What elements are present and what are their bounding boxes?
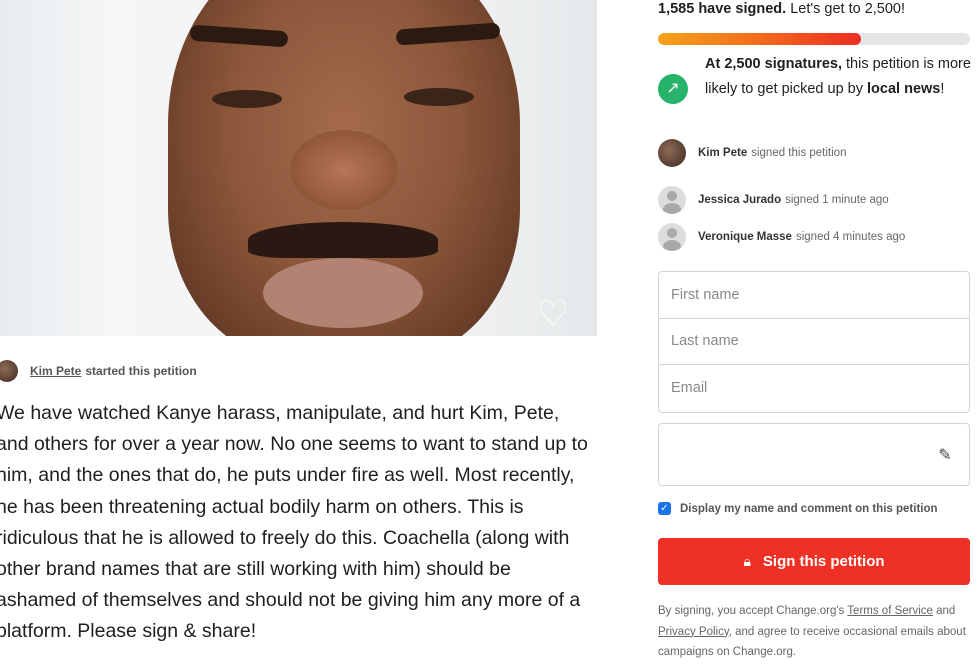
petition-image: ♡ [0, 0, 597, 336]
signature-goal-text: Let's get to 2,500! [790, 1, 906, 17]
lock-icon: 🔒︎ [743, 553, 751, 569]
starter-name-link[interactable]: Kim Pete [30, 364, 81, 378]
recent-signer: Veronique Masse signed 4 minutes ago [658, 223, 905, 251]
recent-signer: Kim Pete signed this petition [658, 139, 846, 167]
petition-starter: Kim Pete started this petition [0, 358, 197, 384]
milestone-text: At 2,500 signatures, this petition is mo… [705, 56, 971, 97]
signature-progress-bar [658, 33, 970, 45]
starter-avatar [0, 360, 18, 382]
starter-action: started this petition [85, 364, 197, 378]
legal-disclaimer: By signing, you accept Change.org's Term… [658, 605, 966, 658]
privacy-link[interactable]: Privacy Policy [658, 626, 729, 638]
terms-link[interactable]: Terms of Service [847, 605, 933, 617]
display-name-label: Display my name and comment on this peti… [680, 502, 938, 515]
signature-progress-fill [658, 33, 861, 45]
signed-count-text: 1,585 have signed. [658, 1, 787, 17]
sign-button-label: Sign this petition [762, 553, 885, 570]
sign-petition-button[interactable]: 🔒︎ Sign this petition [658, 538, 970, 585]
comment-field[interactable] [659, 424, 969, 485]
first-name-field[interactable] [659, 272, 969, 319]
display-name-checkbox[interactable]: ✓ [658, 502, 671, 515]
last-name-field[interactable] [659, 318, 969, 366]
comment-box: ✎ [658, 423, 970, 486]
signature-count: 1,585 have signed. Let's get to 2,500! [658, 0, 905, 20]
signer-details-form [658, 271, 970, 413]
trending-up-icon: ↗ [658, 74, 688, 104]
recent-signer: Jessica Jurado signed 1 minute ago [658, 186, 889, 214]
face-photo [168, 0, 520, 336]
display-name-option: ✓ Display my name and comment on this pe… [658, 502, 938, 515]
avatar [658, 139, 686, 167]
heart-icon[interactable]: ♡ [533, 294, 573, 334]
default-avatar-icon [658, 223, 686, 251]
default-avatar-icon [658, 186, 686, 214]
edit-pencil-icon: ✎ [938, 447, 952, 464]
email-field[interactable] [659, 365, 969, 412]
petition-story: We have watched Kanye harass, manipulate… [0, 402, 588, 643]
